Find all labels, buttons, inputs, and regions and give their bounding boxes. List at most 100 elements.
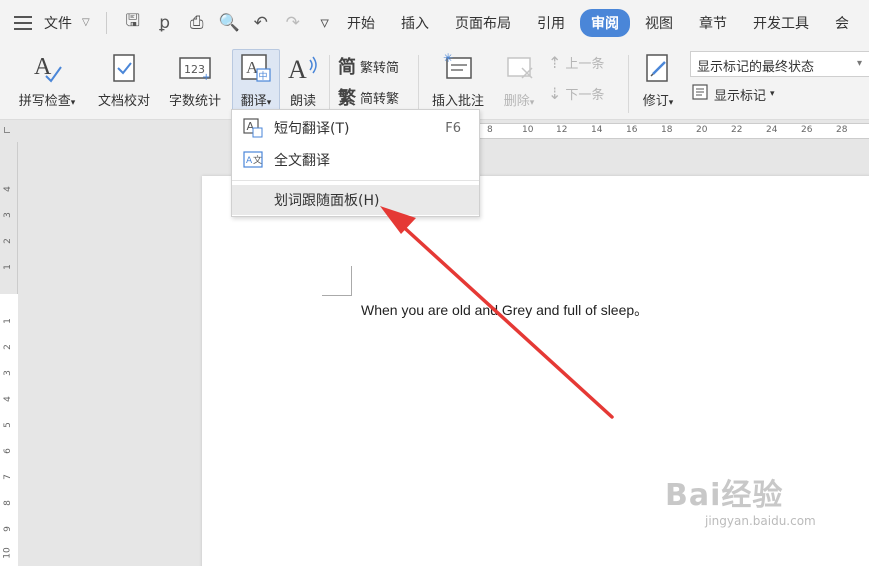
menu-divider xyxy=(232,180,479,181)
format-painter-icon[interactable]: ꝑ xyxy=(155,13,175,33)
svg-text:+: + xyxy=(202,72,210,83)
doc-proof-label: 文档校对 xyxy=(97,94,150,109)
delete-comment-button[interactable]: 删除▾ xyxy=(496,50,542,109)
file-menu[interactable]: 文件 xyxy=(44,13,72,33)
ruler-tick: 9 xyxy=(2,526,13,532)
translate-button[interactable]: A中 翻译▾ xyxy=(232,49,280,111)
ruler-tick: 3 xyxy=(2,212,13,218)
doc-proof-button[interactable]: 文档校对 xyxy=(92,50,156,109)
svg-text:A: A xyxy=(288,55,307,84)
ruler-tick: 16 xyxy=(626,125,638,135)
watermark-logo: Bai经验 xyxy=(665,478,784,513)
next-comment-button[interactable]: ⇣ 下一条 xyxy=(548,84,604,103)
ruler-tick: 3 xyxy=(2,370,13,376)
ruler-tick: 20 xyxy=(696,125,708,135)
svg-text:中: 中 xyxy=(259,70,268,82)
menu-bar: 文件 ▽ 🖫 ꝑ ⎙ 🔍 ↶ ↷ ▿ 开始 插入 页面布局 引用 审阅 视图 章… xyxy=(0,0,869,45)
tab-insert[interactable]: 插入 xyxy=(390,9,440,37)
customize-toolbar-icon[interactable]: ▿ xyxy=(315,13,335,33)
menu-item-full-translate[interactable]: A文 全文翻译 xyxy=(232,145,479,175)
trad-to-simp-icon: 简 xyxy=(338,57,356,78)
chevron-down-icon[interactable]: ▽ xyxy=(82,17,90,28)
short-translate-icon: A xyxy=(242,118,264,138)
menu-item-label: 短句翻译(T) xyxy=(274,121,350,137)
divider xyxy=(329,55,330,113)
tab-view[interactable]: 视图 xyxy=(634,9,684,37)
prev-comment-button[interactable]: ⇡ 上一条 xyxy=(548,53,604,72)
translate-menu: A 短句翻译(T) F6 A文 全文翻译 划词跟随面板(H) xyxy=(231,109,480,217)
ruler-tick: 10 xyxy=(2,547,13,559)
chevron-down-icon: ▾ xyxy=(856,58,862,69)
tab-references[interactable]: 引用 xyxy=(526,9,576,37)
revise-icon xyxy=(634,50,682,86)
ruler-tick: 12 xyxy=(556,125,568,135)
ruler-scale: 8 10 12 14 16 18 20 22 24 26 28 xyxy=(478,123,869,139)
spell-check-icon: A xyxy=(10,50,84,86)
delete-label: 删除 xyxy=(503,94,530,109)
show-markup-label: 显示标记 xyxy=(714,88,767,104)
redo-icon[interactable]: ↷ xyxy=(283,13,303,33)
tab-sections[interactable]: 章节 xyxy=(688,9,738,37)
ruler-tick: 2 xyxy=(2,238,13,244)
tab-member[interactable]: 会 xyxy=(824,9,860,37)
ruler-tick: 1 xyxy=(2,318,13,324)
menu-item-word-follow-panel[interactable]: 划词跟随面板(H) xyxy=(232,185,479,215)
prev-comment-label: 上一条 xyxy=(565,57,605,72)
ruler-tick: 2 xyxy=(2,344,13,350)
ruler-tick: 8 xyxy=(487,125,493,135)
word-count-button[interactable]: 123 + 字数统计 xyxy=(164,50,226,109)
spell-check-button[interactable]: A 拼写检查▾ xyxy=(10,50,84,109)
full-translate-icon: A文 xyxy=(242,150,264,170)
ruler-tick: 7 xyxy=(2,474,13,480)
print-icon[interactable]: ⎙ xyxy=(187,13,207,33)
trad-to-simp-button[interactable]: 简 繁转简 xyxy=(338,53,399,79)
menu-item-label: 划词跟随面板(H) xyxy=(274,193,380,209)
divider xyxy=(628,55,629,113)
revise-button[interactable]: 修订▾ xyxy=(634,50,682,109)
prev-comment-icon: ⇡ xyxy=(548,53,562,72)
ruler-tick: 6 xyxy=(2,448,13,454)
svg-text:A: A xyxy=(34,54,52,80)
read-aloud-icon: A xyxy=(284,50,322,86)
hamburger-icon[interactable] xyxy=(14,15,32,30)
menu-item-short-translate[interactable]: A 短句翻译(T) F6 xyxy=(232,113,479,143)
read-aloud-label: 朗读 xyxy=(289,94,316,109)
divider xyxy=(418,55,419,113)
translate-icon: A中 xyxy=(233,50,279,86)
print-preview-icon[interactable]: 🔍 xyxy=(219,13,240,33)
undo-icon[interactable]: ↶ xyxy=(251,13,271,33)
translate-label: 翻译 xyxy=(240,94,267,109)
tab-stop-marker[interactable] xyxy=(4,127,10,133)
tab-developer[interactable]: 开发工具 xyxy=(742,9,820,37)
word-count-label: 字数统计 xyxy=(168,94,221,109)
document-text[interactable]: When you are old and Grey and full of sl… xyxy=(361,300,648,320)
show-markup-icon xyxy=(692,84,710,104)
next-comment-label: 下一条 xyxy=(565,88,605,103)
svg-text:A: A xyxy=(246,156,253,166)
ruler-tick: 14 xyxy=(591,125,603,135)
read-aloud-button[interactable]: A 朗读 xyxy=(284,50,322,109)
ruler-tick: 24 xyxy=(766,125,778,135)
word-count-icon: 123 + xyxy=(164,50,226,86)
save-icon[interactable]: 🖫 xyxy=(123,8,143,37)
ruler-tick: 4 xyxy=(2,186,13,192)
simp-to-trad-button[interactable]: 繁 简转繁 xyxy=(338,84,399,110)
spell-check-label: 拼写检查 xyxy=(18,94,71,109)
markup-state-value: 显示标记的最终状态 xyxy=(697,60,815,75)
tab-page-layout[interactable]: 页面布局 xyxy=(444,9,522,37)
margin-corner-mark xyxy=(322,266,352,296)
ruler-tick: 4 xyxy=(2,396,13,402)
menu-item-label: 全文翻译 xyxy=(274,153,330,169)
insert-comment-button[interactable]: ✳ 插入批注 xyxy=(424,50,492,109)
tab-review[interactable]: 审阅 xyxy=(580,9,630,37)
insert-comment-icon: ✳ xyxy=(424,50,492,86)
simp-to-trad-icon: 繁 xyxy=(338,88,356,109)
tab-home[interactable]: 开始 xyxy=(336,9,386,37)
trad-to-simp-label: 繁转简 xyxy=(360,60,400,76)
ribbon-tabs: 开始 插入 页面布局 引用 审阅 视图 章节 开发工具 会 xyxy=(336,9,864,37)
ruler-tick: 26 xyxy=(801,125,813,135)
simp-to-trad-label: 简转繁 xyxy=(360,91,400,107)
svg-text:✳: ✳ xyxy=(443,52,453,65)
show-markup-button[interactable]: 显示标记 ▾ xyxy=(692,84,775,104)
markup-state-select[interactable]: 显示标记的最终状态 ▾ xyxy=(690,51,869,77)
